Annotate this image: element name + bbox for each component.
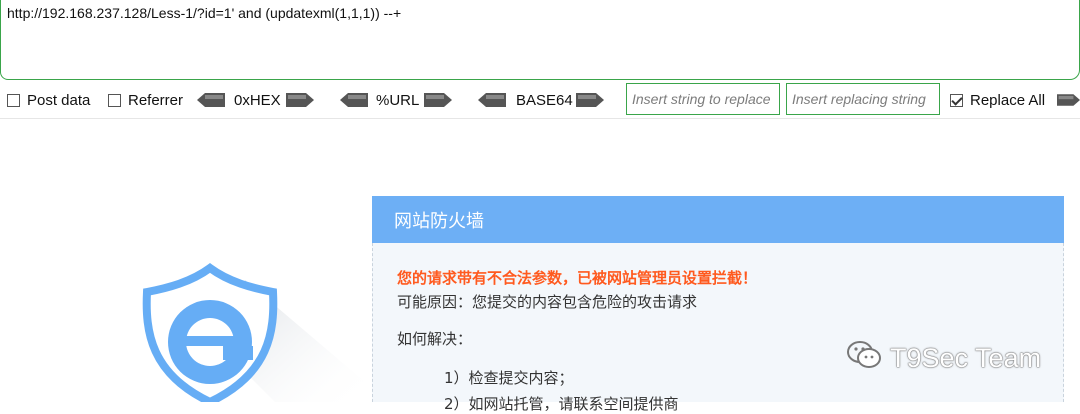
block-warning: 您的请求带有不合法参数，已被网站管理员设置拦截！	[397, 269, 758, 287]
panel-title: 网站防火墙	[372, 196, 1064, 243]
shield-e-icon	[125, 262, 365, 407]
hex-decode-button[interactable]	[197, 82, 225, 118]
post-data-checkbox[interactable]: Post data	[7, 82, 90, 118]
arrow-right-icon[interactable]	[576, 93, 604, 107]
toolbar-divider	[0, 118, 1080, 119]
post-data-check-icon[interactable]	[7, 93, 20, 107]
base64-decode-button[interactable]	[478, 82, 506, 118]
fix-step: 1）检查提交内容；	[444, 369, 574, 387]
watermark: T9Sec Team	[846, 340, 1041, 376]
replace-run-button[interactable]	[1057, 82, 1080, 118]
url-decode-button[interactable]	[340, 82, 368, 118]
url-encode-button[interactable]	[424, 82, 452, 118]
url-textarea[interactable]: http://192.168.237.128/Less-1/?id=1' and…	[0, 0, 1080, 80]
replace-from-input[interactable]: Insert string to replace	[626, 83, 780, 115]
replace-all-label: Replace All	[970, 91, 1046, 109]
arrow-left-icon[interactable]	[340, 93, 368, 107]
post-data-label: Post data	[27, 91, 91, 109]
hex-encode-button[interactable]	[286, 82, 314, 118]
toolbar: Post data Referrer 0xHEX %URL BASE64 Ins…	[0, 82, 1080, 118]
arrow-right-icon[interactable]	[1057, 93, 1080, 107]
fix-step: 2）如网站托管，请联系空间提供商	[444, 395, 679, 413]
arrow-right-icon[interactable]	[286, 93, 314, 107]
base64-label: BASE64	[516, 91, 573, 109]
replace-all-check-icon[interactable]	[950, 93, 963, 107]
wechat-icon	[846, 340, 882, 377]
arrow-right-icon[interactable]	[424, 93, 452, 107]
watermark-text: T9Sec Team	[890, 342, 1042, 373]
how-to-fix-title: 如何解决：	[397, 330, 473, 348]
referrer-checkbox[interactable]: Referrer	[108, 82, 183, 118]
referrer-label: Referrer	[128, 91, 184, 109]
arrow-left-icon[interactable]	[197, 93, 225, 107]
arrow-left-icon[interactable]	[478, 93, 506, 107]
url-label: %URL	[376, 91, 420, 109]
replace-to-input[interactable]: Insert replacing string	[786, 83, 940, 115]
url-text[interactable]: http://192.168.237.128/Less-1/?id=1' and…	[7, 5, 401, 21]
hex-label: 0xHEX	[234, 91, 281, 109]
block-reason: 可能原因：您提交的内容包含危险的攻击请求	[397, 293, 698, 311]
base64-encode-button[interactable]	[576, 82, 604, 118]
referrer-check-icon[interactable]	[108, 93, 121, 107]
replace-all-checkbox[interactable]: Replace All	[950, 82, 1045, 118]
panel-body: 您的请求带有不合法参数，已被网站管理员设置拦截！ 可能原因：您提交的内容包含危险…	[372, 243, 1064, 413]
